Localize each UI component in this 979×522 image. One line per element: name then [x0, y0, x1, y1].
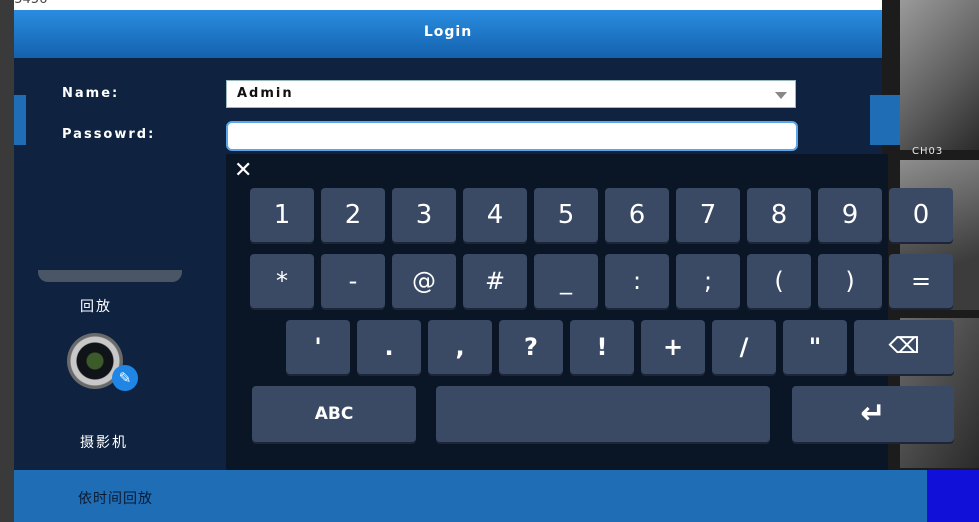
onscreen-keyboard: ✕ 1 2 3 4 5 6 7 8 9 0 * - @ # _ : ; ( ) … — [226, 154, 954, 470]
key[interactable]: ' — [286, 320, 350, 374]
dialog-title: Login — [423, 24, 473, 40]
left-camera-edge — [0, 0, 14, 522]
key[interactable]: ? — [499, 320, 563, 374]
key[interactable]: / — [712, 320, 776, 374]
key[interactable]: . — [357, 320, 421, 374]
dialog-titlebar: Login — [14, 10, 882, 58]
corner-blue-block — [927, 470, 979, 522]
key[interactable]: 6 — [605, 188, 669, 242]
bottom-bar: 依时间回放 — [14, 470, 927, 522]
playback-label[interactable]: 回放 — [80, 296, 112, 316]
key[interactable]: 0 — [889, 188, 953, 242]
name-select[interactable]: Admin — [226, 80, 796, 108]
key[interactable]: 7 — [676, 188, 740, 242]
key[interactable]: 2 — [321, 188, 385, 242]
space-button[interactable] — [436, 386, 770, 442]
key[interactable]: 8 — [747, 188, 811, 242]
key[interactable]: + — [641, 320, 705, 374]
top-strip — [0, 0, 979, 10]
backspace-icon[interactable]: ⌫ — [854, 320, 954, 374]
key[interactable]: 9 — [818, 188, 882, 242]
right-edge-tab — [870, 95, 882, 145]
key[interactable]: # — [463, 254, 527, 308]
key[interactable]: ) — [818, 254, 882, 308]
key[interactable]: ! — [570, 320, 634, 374]
password-label: Passowrd: — [62, 127, 156, 142]
abc-button[interactable]: ABC — [252, 386, 416, 442]
key[interactable]: _ — [534, 254, 598, 308]
channel-label: CH03 — [912, 146, 944, 157]
key[interactable]: ; — [676, 254, 740, 308]
enter-icon[interactable]: ↵ — [792, 386, 954, 442]
camera-tile-1[interactable] — [900, 0, 979, 150]
chevron-down-icon[interactable] — [775, 92, 787, 99]
key[interactable]: = — [889, 254, 953, 308]
sidebar-card — [38, 270, 182, 282]
wrench-icon: ✎ — [112, 365, 138, 391]
key[interactable]: - — [321, 254, 385, 308]
camera-label[interactable]: 摄影机 — [80, 432, 128, 452]
key[interactable]: : — [605, 254, 669, 308]
close-icon[interactable]: ✕ — [234, 158, 252, 184]
name-value: Admin — [237, 86, 294, 101]
time-playback-button[interactable]: 依时间回放 — [78, 488, 153, 508]
name-label: Name: — [62, 86, 120, 101]
key[interactable]: ( — [747, 254, 811, 308]
left-edge-tab — [14, 95, 26, 145]
key[interactable]: 5 — [534, 188, 598, 242]
key[interactable]: * — [250, 254, 314, 308]
tile-highlight-bar — [882, 95, 900, 145]
key[interactable]: 4 — [463, 188, 527, 242]
password-input[interactable] — [226, 121, 798, 151]
key[interactable]: 1 — [250, 188, 314, 242]
key[interactable]: , — [428, 320, 492, 374]
key[interactable]: " — [783, 320, 847, 374]
key[interactable]: @ — [392, 254, 456, 308]
key[interactable]: 3 — [392, 188, 456, 242]
